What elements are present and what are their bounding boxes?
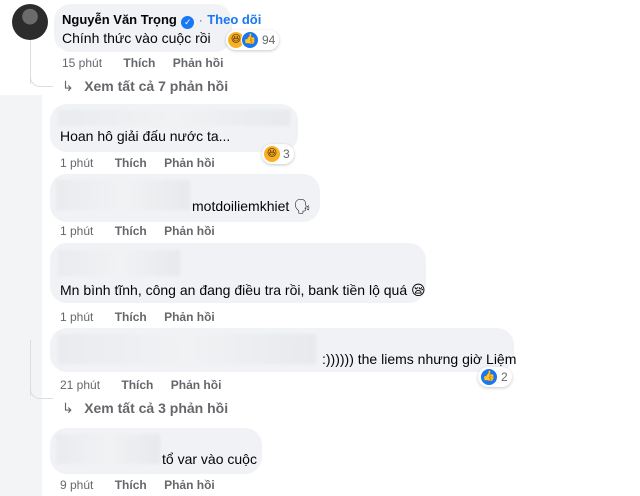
blurred-author-name [58, 334, 316, 364]
comment-actions: 1 phút Thích Phản hồi [60, 310, 215, 324]
comment-actions: 9 phút Thích Phản hồi [60, 478, 215, 492]
like-button[interactable]: Thích [115, 224, 147, 238]
reaction-summary[interactable]: 😆 3 [262, 144, 294, 164]
comment-time[interactable]: 1 phút [60, 310, 93, 324]
reply-arrow-icon: ↳ [62, 78, 74, 94]
reply-button[interactable]: Phản hồi [164, 156, 215, 170]
comment-text: :)))))) the liems nhưng giờ Liệm [322, 351, 517, 367]
like-button[interactable]: Thích [115, 156, 147, 170]
author-name[interactable]: Nguyễn Văn Trọng [62, 12, 177, 27]
reply-button[interactable]: Phản hồi [164, 224, 215, 238]
like-reaction-icon: 👍 [480, 368, 498, 386]
comment-time[interactable]: 1 phút [60, 224, 93, 238]
reply-button[interactable]: Phản hồi [164, 310, 215, 324]
blurred-author-name [58, 250, 180, 276]
reaction-count: 2 [501, 370, 508, 384]
reaction-count: 94 [262, 33, 276, 47]
reply-button[interactable]: Phản hồi [164, 478, 215, 492]
comment-text: Chính thức vào cuộc rồi [62, 30, 211, 46]
reply-button[interactable]: Phản hồi [171, 378, 222, 392]
thread-line-corner [30, 70, 53, 87]
comment-actions: 1 phút Thích Phản hồi [60, 156, 215, 170]
reaction-summary[interactable]: 😆 👍 94 [226, 30, 280, 50]
reply-arrow-icon: ↳ [62, 400, 74, 416]
comment-actions: 21 phút Thích Phản hồi [60, 378, 221, 392]
comment-header: Nguyễn Văn Trọng ✓ · Theo dõi [62, 11, 261, 29]
comment-time[interactable]: 9 phút [60, 478, 93, 492]
like-reaction-icon: 👍 [241, 31, 259, 49]
view-replies-link[interactable]: ↳ Xem tất cả 7 phản hồi [62, 78, 228, 96]
verified-badge-icon: ✓ [181, 16, 195, 29]
comment-text: motdoiliemkhiet 🗣 [192, 198, 311, 214]
separator: · [198, 13, 203, 27]
reply-button[interactable]: Phản hồi [173, 56, 224, 70]
avatar[interactable] [12, 4, 48, 40]
comment-time[interactable]: 21 phút [60, 378, 100, 392]
reaction-count: 3 [283, 147, 290, 161]
comment-text: tổ var vào cuộc [162, 451, 257, 467]
comment-text: Mn bình tĩnh, công an đang điều tra rồi,… [60, 282, 426, 298]
comment-time[interactable]: 15 phút [62, 56, 102, 70]
follow-button[interactable]: Theo dõi [207, 12, 261, 27]
like-button[interactable]: Thích [115, 310, 147, 324]
left-margin [0, 95, 42, 496]
like-button[interactable]: Thích [123, 56, 155, 70]
haha-reaction-icon: 😆 [264, 146, 280, 162]
blurred-author-name [58, 110, 290, 126]
like-button[interactable]: Thích [115, 478, 147, 492]
comment-actions: 15 phút Thích Phản hồi [62, 56, 223, 70]
comment-time[interactable]: 1 phút [60, 156, 93, 170]
comment-text: Hoan hô giải đấu nước ta... [60, 128, 231, 144]
comment-actions: 1 phút Thích Phản hồi [60, 224, 215, 238]
thread-line-corner [30, 382, 53, 399]
like-button[interactable]: Thích [121, 378, 153, 392]
view-replies-link[interactable]: ↳ Xem tất cả 3 phản hồi [62, 400, 228, 418]
reaction-summary[interactable]: 👍 2 [478, 367, 512, 387]
blurred-author-name [56, 180, 190, 210]
blurred-author-name [56, 434, 160, 464]
